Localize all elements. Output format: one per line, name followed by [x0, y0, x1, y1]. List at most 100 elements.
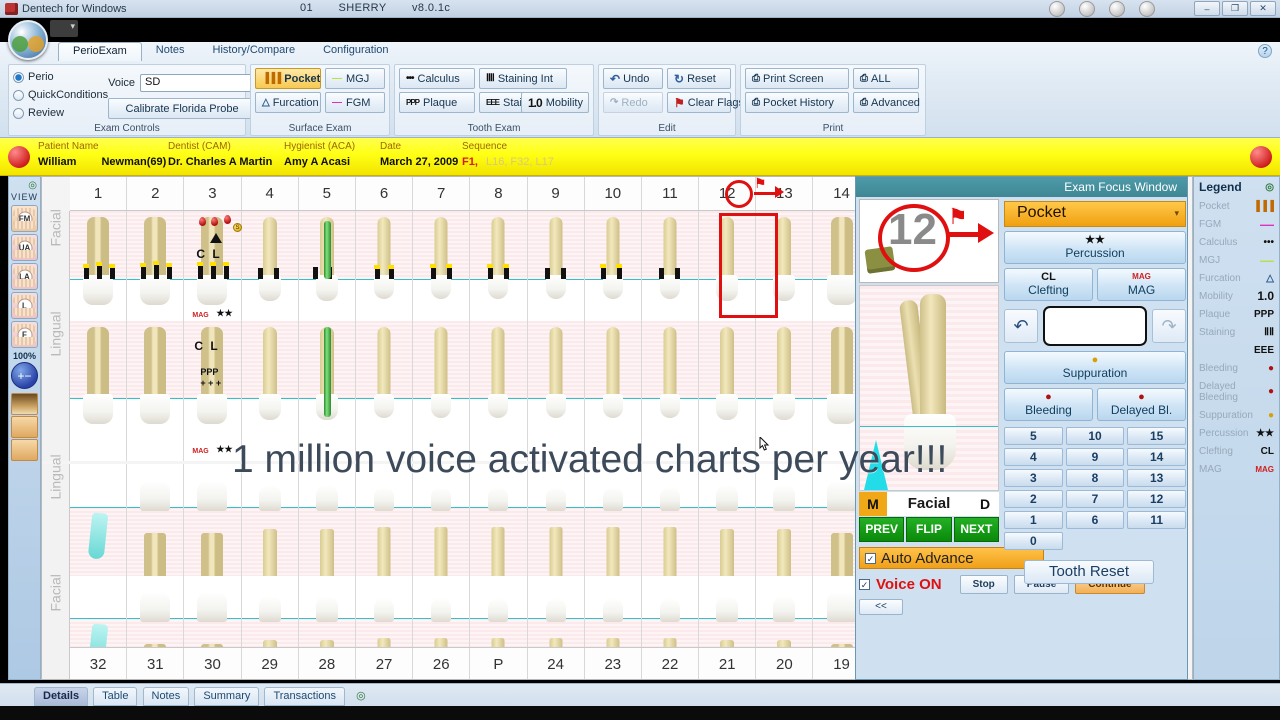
keypad-key[interactable]: 0 — [1004, 532, 1063, 550]
tooth-cell[interactable] — [527, 211, 585, 321]
keypad-key[interactable]: 15 — [1127, 427, 1187, 445]
keypad-key[interactable]: 5 — [1004, 427, 1063, 445]
view-upper-arch-button[interactable]: UA — [11, 234, 38, 261]
voice-stop-button[interactable]: Stop — [959, 574, 1008, 594]
tooth-number-cell[interactable]: 22 — [642, 648, 700, 679]
bottom-tab-notes[interactable]: Notes — [142, 687, 190, 706]
mag-button[interactable]: MAG MAG — [1097, 268, 1186, 301]
keypad-key[interactable]: 2 — [1004, 490, 1063, 508]
collapse-panel-button[interactable]: << — [859, 599, 903, 615]
redo-reading-icon[interactable]: ↷ — [1152, 309, 1186, 343]
keypad-key[interactable]: 14 — [1127, 448, 1187, 466]
tab-history-compare[interactable]: History/Compare — [199, 42, 310, 61]
tooth-cell[interactable] — [241, 211, 299, 321]
view-pin[interactable]: ◎ — [9, 177, 40, 191]
tooth-cell[interactable] — [70, 321, 128, 461]
next-button[interactable]: NEXT — [953, 517, 999, 542]
tooth-cell[interactable] — [127, 464, 185, 592]
tooth-number-cell[interactable]: 10 — [585, 177, 642, 210]
keypad-key[interactable]: 13 — [1127, 469, 1187, 487]
print-advanced-button[interactable]: ⎙ Advanced — [853, 92, 920, 113]
calibrate-florida-probe-button[interactable]: Calibrate Florida Probe — [108, 98, 257, 119]
tooth-number-cell[interactable]: 4 — [242, 177, 299, 210]
tooth-cell[interactable] — [641, 211, 700, 321]
furcation-button[interactable]: △ Furcation — [255, 92, 321, 113]
tooth-cell[interactable] — [298, 211, 356, 321]
clefting-button[interactable]: CL Clefting — [1004, 268, 1093, 301]
tooth-cell[interactable] — [127, 321, 185, 461]
undo-reading-icon[interactable]: ↶ — [1004, 309, 1038, 343]
tooth-cell[interactable] — [355, 211, 414, 321]
tooth-number-cell[interactable]: 27 — [356, 648, 414, 679]
tooth-number-cell[interactable]: 6 — [356, 177, 414, 210]
tooth-cell[interactable] — [699, 211, 757, 321]
bottom-tab-table[interactable]: Table — [93, 687, 138, 706]
tooth-number-cell[interactable]: 1 — [70, 177, 128, 210]
view-full-mouth-button[interactable]: FM — [11, 205, 38, 232]
tooth-cell[interactable] — [756, 211, 814, 321]
tooth-cell[interactable] — [70, 211, 128, 321]
pocket-button[interactable]: ▐▐▐ Pocket — [255, 68, 321, 89]
sequence-active[interactable]: F1, — [462, 156, 478, 168]
thumbnail-xray-button[interactable] — [11, 393, 38, 415]
tab-notes[interactable]: Notes — [142, 42, 199, 61]
clock-icon[interactable] — [1049, 1, 1065, 17]
view-facial-button[interactable]: F — [11, 321, 38, 348]
exam-focus-window[interactable]: Exam Focus Window 12 ⚑ M Facial D PREV F… — [855, 176, 1188, 680]
auto-advance-checkbox[interactable]: ✓ — [865, 552, 876, 564]
tooth-number-cell[interactable]: 3 — [184, 177, 242, 210]
legend-pin-icon[interactable]: ◎ — [1265, 182, 1274, 193]
bottom-tab-details[interactable]: Details — [34, 687, 89, 706]
keypad-key[interactable]: 7 — [1065, 490, 1125, 508]
voice-checkbox[interactable]: ✓ — [859, 578, 870, 590]
tooth-number-cell[interactable]: 9 — [528, 177, 585, 210]
keypad-key[interactable]: 1 — [1004, 511, 1063, 529]
thumbnail-tooth-button-2[interactable] — [11, 439, 38, 461]
tooth-number-cell[interactable]: 29 — [242, 648, 299, 679]
tooth-number-cell[interactable]: 30 — [184, 648, 242, 679]
bottom-tab-transactions[interactable]: Transactions — [264, 687, 345, 706]
bottom-pin-icon[interactable]: ◎ — [356, 689, 366, 702]
reading-display[interactable] — [1043, 306, 1147, 346]
plaque-button[interactable]: PPP Plaque — [399, 92, 475, 113]
staining-int-button[interactable]: ⅡⅡ Staining Int — [479, 68, 567, 89]
radio-review[interactable]: Review — [13, 104, 108, 122]
bleeding-button[interactable]: ● Bleeding — [1004, 388, 1093, 421]
pocket-history-button[interactable]: ⎙ Pocket History — [745, 92, 849, 113]
tooth-number-cell[interactable]: 20 — [756, 648, 814, 679]
keypad-key[interactable]: 4 — [1004, 448, 1063, 466]
tooth-cell[interactable] — [584, 211, 642, 321]
tab-perioexam[interactable]: PerioExam — [58, 42, 142, 61]
tooth-reset-button[interactable]: Tooth Reset — [1024, 560, 1154, 584]
alarm-icon[interactable] — [1079, 1, 1095, 17]
tooth-cell[interactable] — [127, 211, 185, 321]
keypad-key[interactable]: 8 — [1065, 469, 1125, 487]
exam-mode-header[interactable]: Pocket — [1004, 201, 1186, 227]
minimize-button[interactable]: – — [1194, 1, 1220, 16]
tooth-number-cell[interactable]: P — [470, 648, 528, 679]
mgj-button[interactable]: — MGJ — [325, 68, 385, 89]
surface-distal[interactable]: D — [971, 492, 999, 516]
tooth-cell[interactable] — [470, 211, 528, 321]
status-ball-right[interactable] — [1250, 146, 1272, 168]
app-menu-orb[interactable] — [8, 20, 48, 60]
tooth-cell[interactable] — [413, 211, 471, 321]
sequence-rest[interactable]: L16, F32, L17 — [486, 156, 554, 168]
voice-select[interactable]: SD — [140, 74, 261, 92]
tooth-number-cell[interactable]: 23 — [585, 648, 642, 679]
keypad-key[interactable]: 10 — [1065, 427, 1125, 445]
tooth-number-cell[interactable]: 26 — [413, 648, 471, 679]
tooth-number-cell[interactable]: 11 — [642, 177, 700, 210]
keypad-key[interactable]: 11 — [1127, 511, 1187, 529]
tooth-number-cell[interactable]: 32 — [70, 648, 128, 679]
tooth-number-cell[interactable]: 21 — [699, 648, 757, 679]
print-all-button[interactable]: ⎙ ALL — [853, 68, 919, 89]
delayed-bleeding-button[interactable]: ● Delayed Bl. — [1097, 388, 1186, 421]
lightbulb-icon[interactable] — [1109, 1, 1125, 17]
thumbnail-tooth-button-1[interactable] — [11, 416, 38, 438]
undo-button[interactable]: ↶ Undo — [603, 68, 663, 89]
tooth-number-cell[interactable]: 2 — [127, 177, 185, 210]
tab-configuration[interactable]: Configuration — [309, 42, 402, 61]
zoom-icon[interactable]: +− — [11, 362, 38, 389]
status-ball-left[interactable] — [8, 146, 30, 168]
